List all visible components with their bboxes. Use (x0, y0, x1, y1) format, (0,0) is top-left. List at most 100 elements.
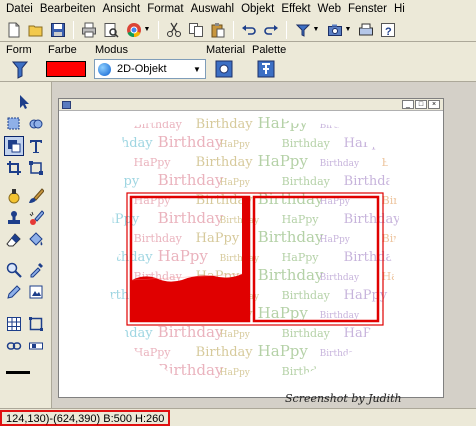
select-rect-icon[interactable] (4, 114, 24, 134)
copy-icon[interactable] (186, 20, 206, 40)
main-toolbar: ▼ ▼ ▼ ? (0, 18, 476, 42)
status-bar: 124,130)-(624,390) B:500 H:260 (0, 408, 476, 426)
menu-auswahl[interactable]: Auswahl (191, 3, 241, 15)
wordcloud-word: HaPpy (406, 209, 438, 227)
frame-icon[interactable] (26, 314, 46, 334)
menu-ansicht[interactable]: Ansicht (102, 3, 147, 15)
mode-select[interactable]: 2D-Objekt ▼ (94, 59, 206, 79)
toolbar-separator (158, 20, 159, 39)
browser-icon[interactable]: ▼ (123, 20, 153, 40)
new-file-icon[interactable] (4, 20, 24, 40)
link-icon[interactable] (4, 336, 24, 356)
scanner-icon[interactable] (356, 20, 376, 40)
wordcloud-word: HaPpy (196, 231, 240, 246)
menu-bearbeiten[interactable]: Bearbeiten (40, 3, 103, 15)
wordcloud-word: Birthday (196, 155, 254, 170)
wordcloud-word: Birthday (382, 156, 431, 169)
document-titlebar[interactable]: _ □ × (59, 99, 443, 111)
wordcloud-word: Birthday (196, 117, 254, 132)
wordcloud-word: HaPpy (220, 330, 251, 340)
ellipse-select-icon[interactable] (26, 114, 46, 134)
wordcloud-word: HaPpy (158, 247, 209, 265)
open-folder-icon[interactable] (26, 20, 46, 40)
wordcloud-word: HaPpy (72, 121, 103, 131)
transform-icon[interactable] (26, 158, 46, 178)
menu-hilfe[interactable]: Hi (394, 3, 412, 15)
minimize-icon[interactable]: _ (402, 100, 414, 109)
color-swatch[interactable] (46, 61, 86, 77)
menu-effekt[interactable]: Effekt (281, 3, 317, 15)
wordcloud-word: Birthday (282, 137, 331, 150)
pointer-icon[interactable] (14, 92, 34, 112)
wordcloud-word: HaPpy (258, 342, 309, 360)
wordcloud-word: Birthday (282, 327, 331, 340)
print-icon[interactable] (79, 20, 99, 40)
maximize-icon[interactable]: □ (415, 100, 427, 109)
wordcloud-word: HaPpy (406, 361, 438, 379)
menu-format[interactable]: Format (147, 3, 190, 15)
wordcloud-word: Birthday (158, 133, 224, 151)
crop-icon[interactable] (4, 158, 24, 178)
document-window: _ □ × HaPpy Birthday Birthday HaPpy Birthday… (58, 98, 444, 398)
menu-fenster[interactable]: Fenster (348, 3, 394, 15)
fill-bucket-icon[interactable] (26, 230, 46, 250)
wordcloud-word: Birthday (344, 364, 402, 379)
save-icon[interactable] (48, 20, 68, 40)
wordcloud-word: Birthday (72, 235, 112, 245)
chevron-down-icon[interactable]: ▼ (189, 60, 205, 78)
canvas-drawing: HaPpy Birthday Birthday HaPpy Birthday HaPpyB… (72, 114, 438, 379)
cut-icon[interactable] (164, 20, 184, 40)
close-icon[interactable]: × (428, 100, 440, 109)
wordcloud-word: Birthday (344, 174, 402, 189)
palette-button[interactable] (256, 59, 276, 79)
material-button[interactable] (214, 59, 234, 79)
form-shape-icon[interactable] (10, 60, 30, 80)
redo-icon[interactable] (261, 20, 281, 40)
wordcloud-word: HaPpy (220, 368, 251, 378)
wordcloud-word: Birthday (344, 250, 402, 265)
mode-select-value: 2D-Objekt (117, 63, 167, 75)
wordcloud-word: Birthday (320, 311, 360, 321)
material-label: Material (206, 44, 246, 56)
wordcloud-word: Birthday (196, 345, 254, 360)
wordcloud-word: HaPpy (96, 364, 140, 379)
image-canvas[interactable]: HaPpy Birthday Birthday HaPpy Birthday HaPpy B… (64, 114, 438, 394)
paste-icon[interactable] (208, 20, 228, 40)
menu-bar: Datei Bearbeiten Ansicht Format Auswahl … (0, 0, 476, 18)
text-tool-icon[interactable] (26, 136, 46, 156)
pencil-icon[interactable] (4, 282, 24, 302)
wordcloud-word: HaPpy (344, 288, 388, 303)
help-icon[interactable]: ? (378, 20, 398, 40)
menu-web[interactable]: Web (318, 3, 348, 15)
eraser-icon[interactable] (4, 230, 24, 250)
eyedropper-icon[interactable] (26, 260, 46, 280)
zoom-icon[interactable] (4, 260, 24, 280)
paint-brush-icon[interactable] (26, 208, 46, 228)
palette-dropdown-icon[interactable]: ▼ (292, 20, 322, 40)
scrollbar-icon[interactable] (26, 336, 46, 356)
print-preview-icon[interactable] (101, 20, 121, 40)
wordcloud-word: HaPpy (220, 178, 251, 188)
retouch-icon[interactable] (4, 186, 24, 206)
wordcloud-word: Birthday (158, 361, 224, 379)
mode-label: Modus (95, 44, 129, 56)
brush-icon[interactable] (26, 186, 46, 206)
camera-dropdown-icon[interactable]: ▼ (324, 20, 354, 40)
menu-objekt[interactable]: Objekt (241, 3, 281, 15)
picture-tube-icon[interactable] (26, 282, 46, 302)
wordcloud-word: HaPpy (72, 311, 103, 321)
color-label: Farbe (48, 44, 77, 56)
menu-datei[interactable]: Datei (6, 3, 40, 15)
toolbar-separator (233, 20, 234, 39)
undo-icon[interactable] (239, 20, 259, 40)
wordcloud-word: HaPpy (320, 197, 351, 207)
form-label: Form (6, 44, 32, 56)
line-style-sample[interactable] (6, 371, 30, 374)
shape-tool-icon[interactable] (4, 136, 24, 156)
wordcloud-word: Birthday (406, 285, 438, 303)
stamp-icon[interactable] (4, 208, 24, 228)
tool-panel (0, 82, 52, 408)
wordcloud-word: HaPpy (96, 212, 140, 227)
wordcloud-word: HaPpy (382, 270, 420, 283)
grid-icon[interactable] (4, 314, 24, 334)
